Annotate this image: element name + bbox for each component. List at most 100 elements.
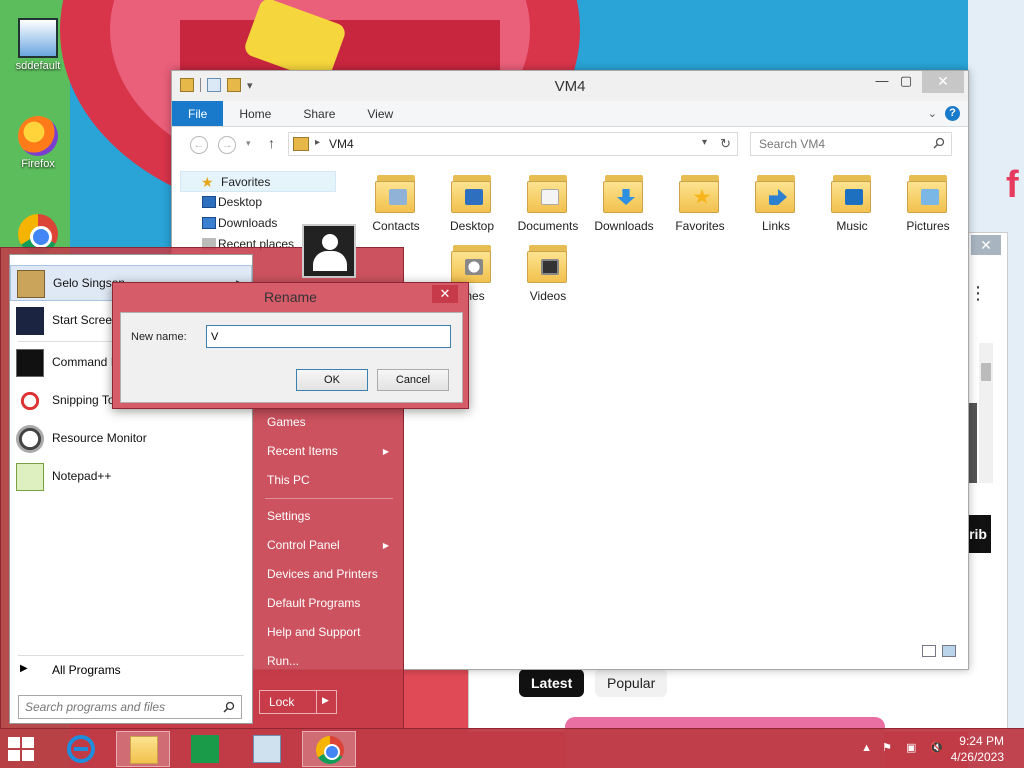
maximize-button[interactable]: ▢	[892, 71, 920, 93]
star-icon: ★	[201, 174, 214, 190]
ok-button[interactable]: OK	[296, 369, 368, 391]
start-search-box[interactable]	[18, 695, 242, 719]
start-link-label: Settings	[267, 509, 311, 523]
start-link-default-programs[interactable]: Default Programs	[259, 589, 399, 618]
browser-scrollbar[interactable]	[979, 343, 993, 483]
tab-view[interactable]: View	[351, 101, 409, 126]
folder-music[interactable]: Music	[814, 171, 890, 233]
nav-favorites[interactable]: ★ Favorites	[180, 171, 336, 192]
search-icon[interactable]	[933, 137, 945, 149]
tab-latest[interactable]: Latest	[519, 669, 585, 697]
start-link-settings[interactable]: Settings	[259, 502, 399, 531]
taskbar-chrome[interactable]	[302, 731, 356, 767]
tab-file[interactable]: File	[172, 101, 224, 126]
folder-desktop[interactable]: Desktop	[434, 171, 510, 233]
volume-muted-icon[interactable]: 🔇	[930, 741, 944, 755]
folder-favorites[interactable]: Favorites	[662, 171, 738, 233]
power-options-arrow-icon[interactable]: ▶	[322, 695, 329, 706]
action-center-flag-icon[interactable]: ⚑	[882, 741, 896, 755]
start-link-label: Default Programs	[267, 596, 361, 610]
show-hidden-icons-icon[interactable]: ▲	[861, 742, 872, 754]
taskbar-internet-explorer[interactable]	[54, 731, 108, 767]
browser-close-button[interactable]: ✕	[971, 235, 1001, 255]
refresh-icon[interactable]: ↻	[720, 136, 731, 152]
start-link-recent-items[interactable]: Recent Items ▶	[259, 437, 399, 466]
dialog-close-button[interactable]: ✕	[432, 285, 458, 303]
forward-button[interactable]: →	[218, 136, 236, 154]
folder-contacts[interactable]: Contacts	[358, 171, 434, 233]
search-icon[interactable]	[223, 701, 235, 713]
desktop-icon-sddefault[interactable]: sddefault	[6, 18, 70, 72]
start-link-games[interactable]: Games	[259, 408, 399, 437]
folder-videos[interactable]: Videos	[510, 241, 586, 303]
clock[interactable]: 9:24 PM 4/26/2023	[951, 733, 1004, 765]
kebab-menu-icon[interactable]: ⋮	[969, 284, 987, 302]
search-box[interactable]	[750, 132, 952, 156]
folder-label: Music	[836, 219, 868, 233]
taskbar-store[interactable]	[178, 731, 232, 767]
explorer-titlebar[interactable]: ▾ VM4 — ▢ ✕	[172, 71, 968, 101]
nav-desktop[interactable]: Desktop	[180, 192, 340, 213]
desktop-icon	[202, 196, 216, 208]
details-view-icon[interactable]	[922, 645, 936, 657]
folder-label: Favorites	[675, 219, 725, 233]
taskbar-performance-monitor[interactable]	[240, 731, 294, 767]
address-bar[interactable]: ▸ VM4 ▾ ↻	[288, 132, 738, 156]
back-button[interactable]: ←	[190, 136, 208, 154]
close-button[interactable]: ✕	[922, 71, 964, 93]
help-icon[interactable]: ?	[945, 106, 960, 121]
breadcrumb-vm4[interactable]: VM4	[329, 137, 354, 151]
start-item-notepad-plus-plus[interactable]: Notepad++	[10, 459, 252, 495]
new-name-label: New name:	[131, 331, 187, 343]
scrollbar-thumb[interactable]	[981, 363, 991, 381]
expand-arrow-icon: ▶	[20, 663, 28, 674]
folder-documents[interactable]: Documents	[510, 171, 586, 233]
desktop-icon-firefox[interactable]: Firefox	[6, 116, 70, 170]
taskbar-file-explorer[interactable]	[116, 731, 170, 767]
documents-folder-icon	[527, 171, 569, 215]
start-item-resource-monitor[interactable]: Resource Monitor	[10, 421, 252, 457]
start-link-control-panel[interactable]: Control Panel ▶	[259, 531, 399, 560]
folder-downloads[interactable]: Downloads	[586, 171, 662, 233]
folder-label: Pictures	[906, 219, 950, 233]
music-folder-icon	[831, 171, 873, 215]
breadcrumb-separator-icon[interactable]: ▸	[315, 137, 320, 148]
folder-pictures[interactable]: Pictures	[890, 171, 966, 233]
start-screen-icon	[16, 307, 44, 335]
start-button[interactable]	[8, 737, 36, 761]
start-menu-places: Games Recent Items ▶ This PC Settings Con…	[259, 408, 399, 676]
folder-links[interactable]: Links	[738, 171, 814, 233]
start-link-help-and-support[interactable]: Help and Support	[259, 618, 399, 647]
start-link-devices-and-printers[interactable]: Devices and Printers	[259, 560, 399, 589]
start-link-run[interactable]: Run...	[259, 647, 399, 676]
new-name-input[interactable]	[206, 325, 451, 348]
performance-monitor-icon	[253, 735, 281, 763]
user-avatar[interactable]	[302, 224, 356, 278]
recent-locations-icon[interactable]: ▾	[246, 138, 251, 149]
cancel-button[interactable]: Cancel	[377, 369, 449, 391]
system-tray: ▲ ⚑ ▣ 🔇	[861, 741, 944, 755]
downloads-folder-icon	[603, 171, 645, 215]
contacts-folder-icon	[375, 171, 417, 215]
nav-item-label: Desktop	[218, 195, 263, 209]
store-icon	[191, 735, 219, 763]
internet-explorer-icon	[67, 735, 95, 763]
up-button[interactable]: ↑	[268, 135, 275, 151]
lock-button[interactable]: Lock ▶	[259, 690, 337, 714]
tab-popular[interactable]: Popular	[595, 669, 668, 697]
address-dropdown-icon[interactable]: ▾	[702, 137, 707, 148]
wallpaper-text: f	[1006, 164, 1019, 206]
start-link-label: Games	[267, 415, 306, 429]
large-icons-view-icon[interactable]	[942, 645, 956, 657]
start-search-input[interactable]	[19, 696, 215, 718]
expand-ribbon-icon[interactable]: ⌄	[928, 107, 937, 120]
command-prompt-icon	[16, 349, 44, 377]
tab-home[interactable]: Home	[223, 101, 287, 126]
network-icon[interactable]: ▣	[906, 741, 920, 755]
taskbar: ▲ ⚑ ▣ 🔇 9:24 PM 4/26/2023	[0, 728, 1024, 768]
tab-share[interactable]: Share	[287, 101, 351, 126]
start-link-label: Run...	[267, 654, 300, 668]
search-input[interactable]	[751, 133, 927, 155]
all-programs-button[interactable]: ▶ All Programs	[10, 659, 252, 683]
start-link-this-pc[interactable]: This PC	[259, 466, 399, 495]
